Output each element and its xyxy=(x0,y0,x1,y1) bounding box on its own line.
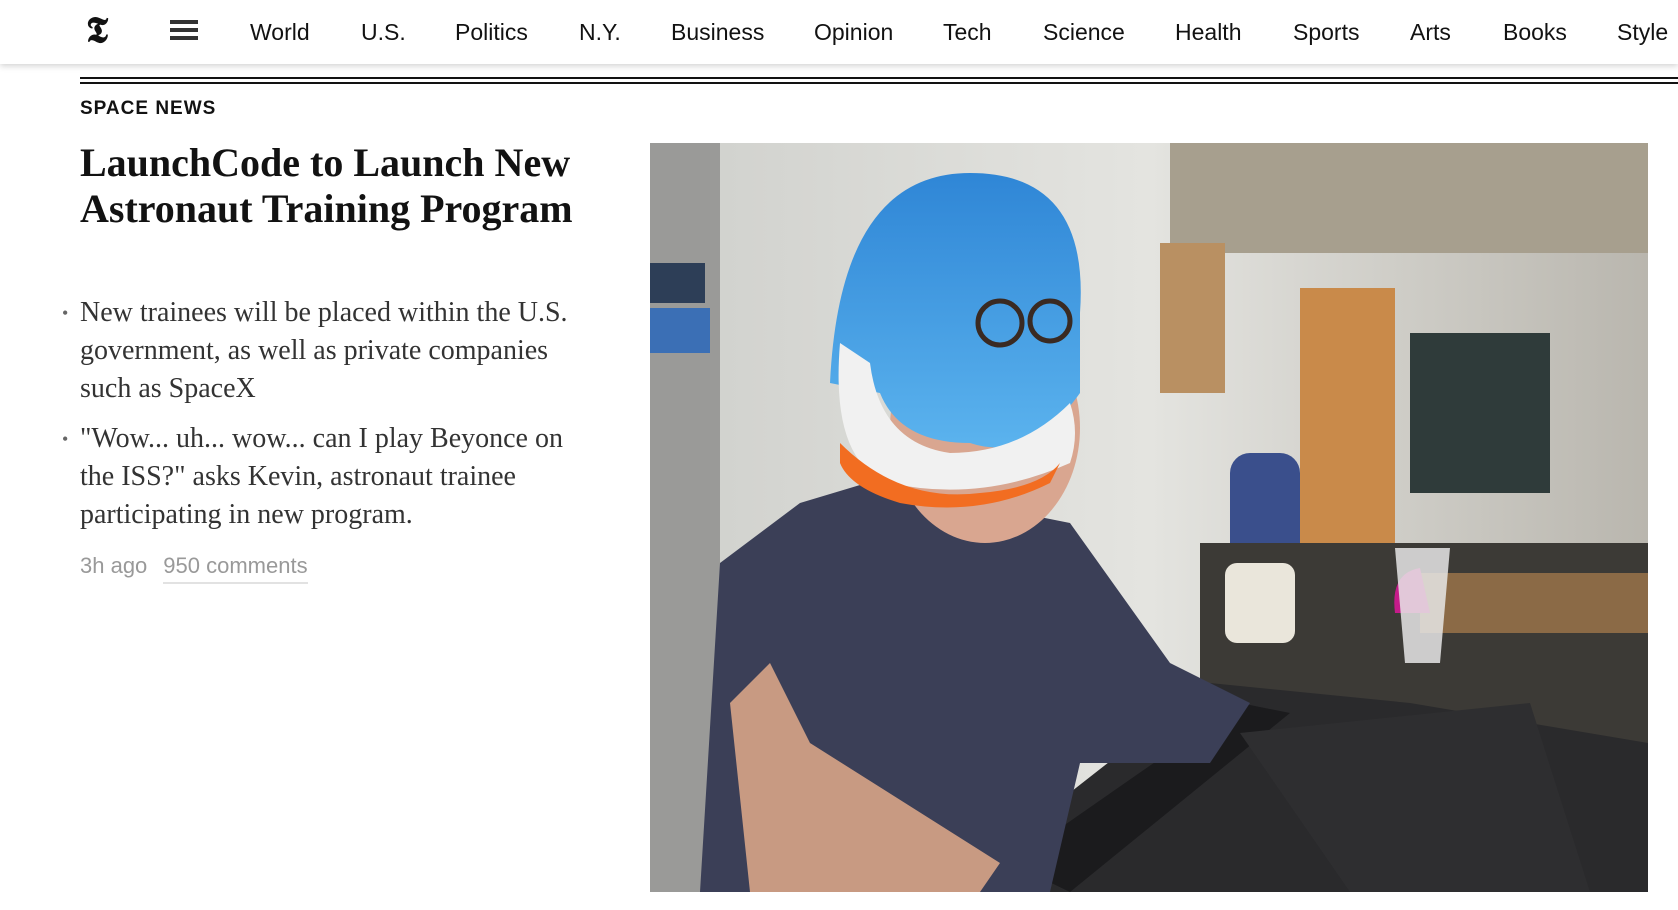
comments-link[interactable]: 950 comments xyxy=(163,553,308,584)
summary-text: New trainees will be placed within the U… xyxy=(80,297,568,404)
nav-item-us[interactable]: U.S. xyxy=(361,18,406,46)
section-divider xyxy=(80,82,1678,84)
photo-wall-sign xyxy=(650,263,705,303)
bullet-icon: • xyxy=(62,303,69,323)
nav-item-science[interactable]: Science xyxy=(1043,18,1125,46)
story-summary: • New trainees will be placed within the … xyxy=(62,294,602,546)
nav-item-arts[interactable]: Arts xyxy=(1410,18,1451,46)
nav-item-politics[interactable]: Politics xyxy=(455,18,528,46)
photo-corkboard xyxy=(1160,243,1225,393)
story-headline[interactable]: LaunchCode to Launch New Astronaut Train… xyxy=(80,140,600,232)
section-divider xyxy=(80,77,1678,79)
nav-item-tech[interactable]: Tech xyxy=(943,18,992,46)
top-nav: 𝕿 World U.S. Politics N.Y. Business Opin… xyxy=(0,0,1678,64)
nav-item-style[interactable]: Style xyxy=(1617,18,1668,46)
nav-item-world[interactable]: World xyxy=(250,18,310,46)
photo-mug xyxy=(1225,563,1295,643)
nav-item-health[interactable]: Health xyxy=(1175,18,1241,46)
nav-item-books[interactable]: Books xyxy=(1503,18,1567,46)
summary-text: "Wow... uh... wow... can I play Beyonce … xyxy=(80,423,563,530)
timestamp: 3h ago xyxy=(80,553,148,578)
summary-bullet: • New trainees will be placed within the … xyxy=(62,294,602,408)
photo-coats xyxy=(1410,333,1550,493)
nav-item-business[interactable]: Business xyxy=(671,18,764,46)
nav-item-opinion[interactable]: Opinion xyxy=(814,18,893,46)
photo-back-desk xyxy=(1420,573,1648,633)
photo-door xyxy=(1300,288,1395,578)
section-kicker[interactable]: SPACE NEWS xyxy=(80,98,216,120)
hamburger-icon[interactable] xyxy=(170,20,198,42)
story-meta: 3h ago 950 comments xyxy=(80,553,308,584)
bullet-icon: • xyxy=(62,429,69,449)
photo-wall-sign xyxy=(650,308,710,353)
nav-item-sports[interactable]: Sports xyxy=(1293,18,1359,46)
nyt-logo-icon[interactable]: 𝕿 xyxy=(86,10,108,50)
nav-item-ny[interactable]: N.Y. xyxy=(579,18,621,46)
story-image[interactable] xyxy=(650,143,1648,892)
summary-bullet: • "Wow... uh... wow... can I play Beyonce… xyxy=(62,420,602,534)
photo-ceiling xyxy=(1170,143,1648,253)
